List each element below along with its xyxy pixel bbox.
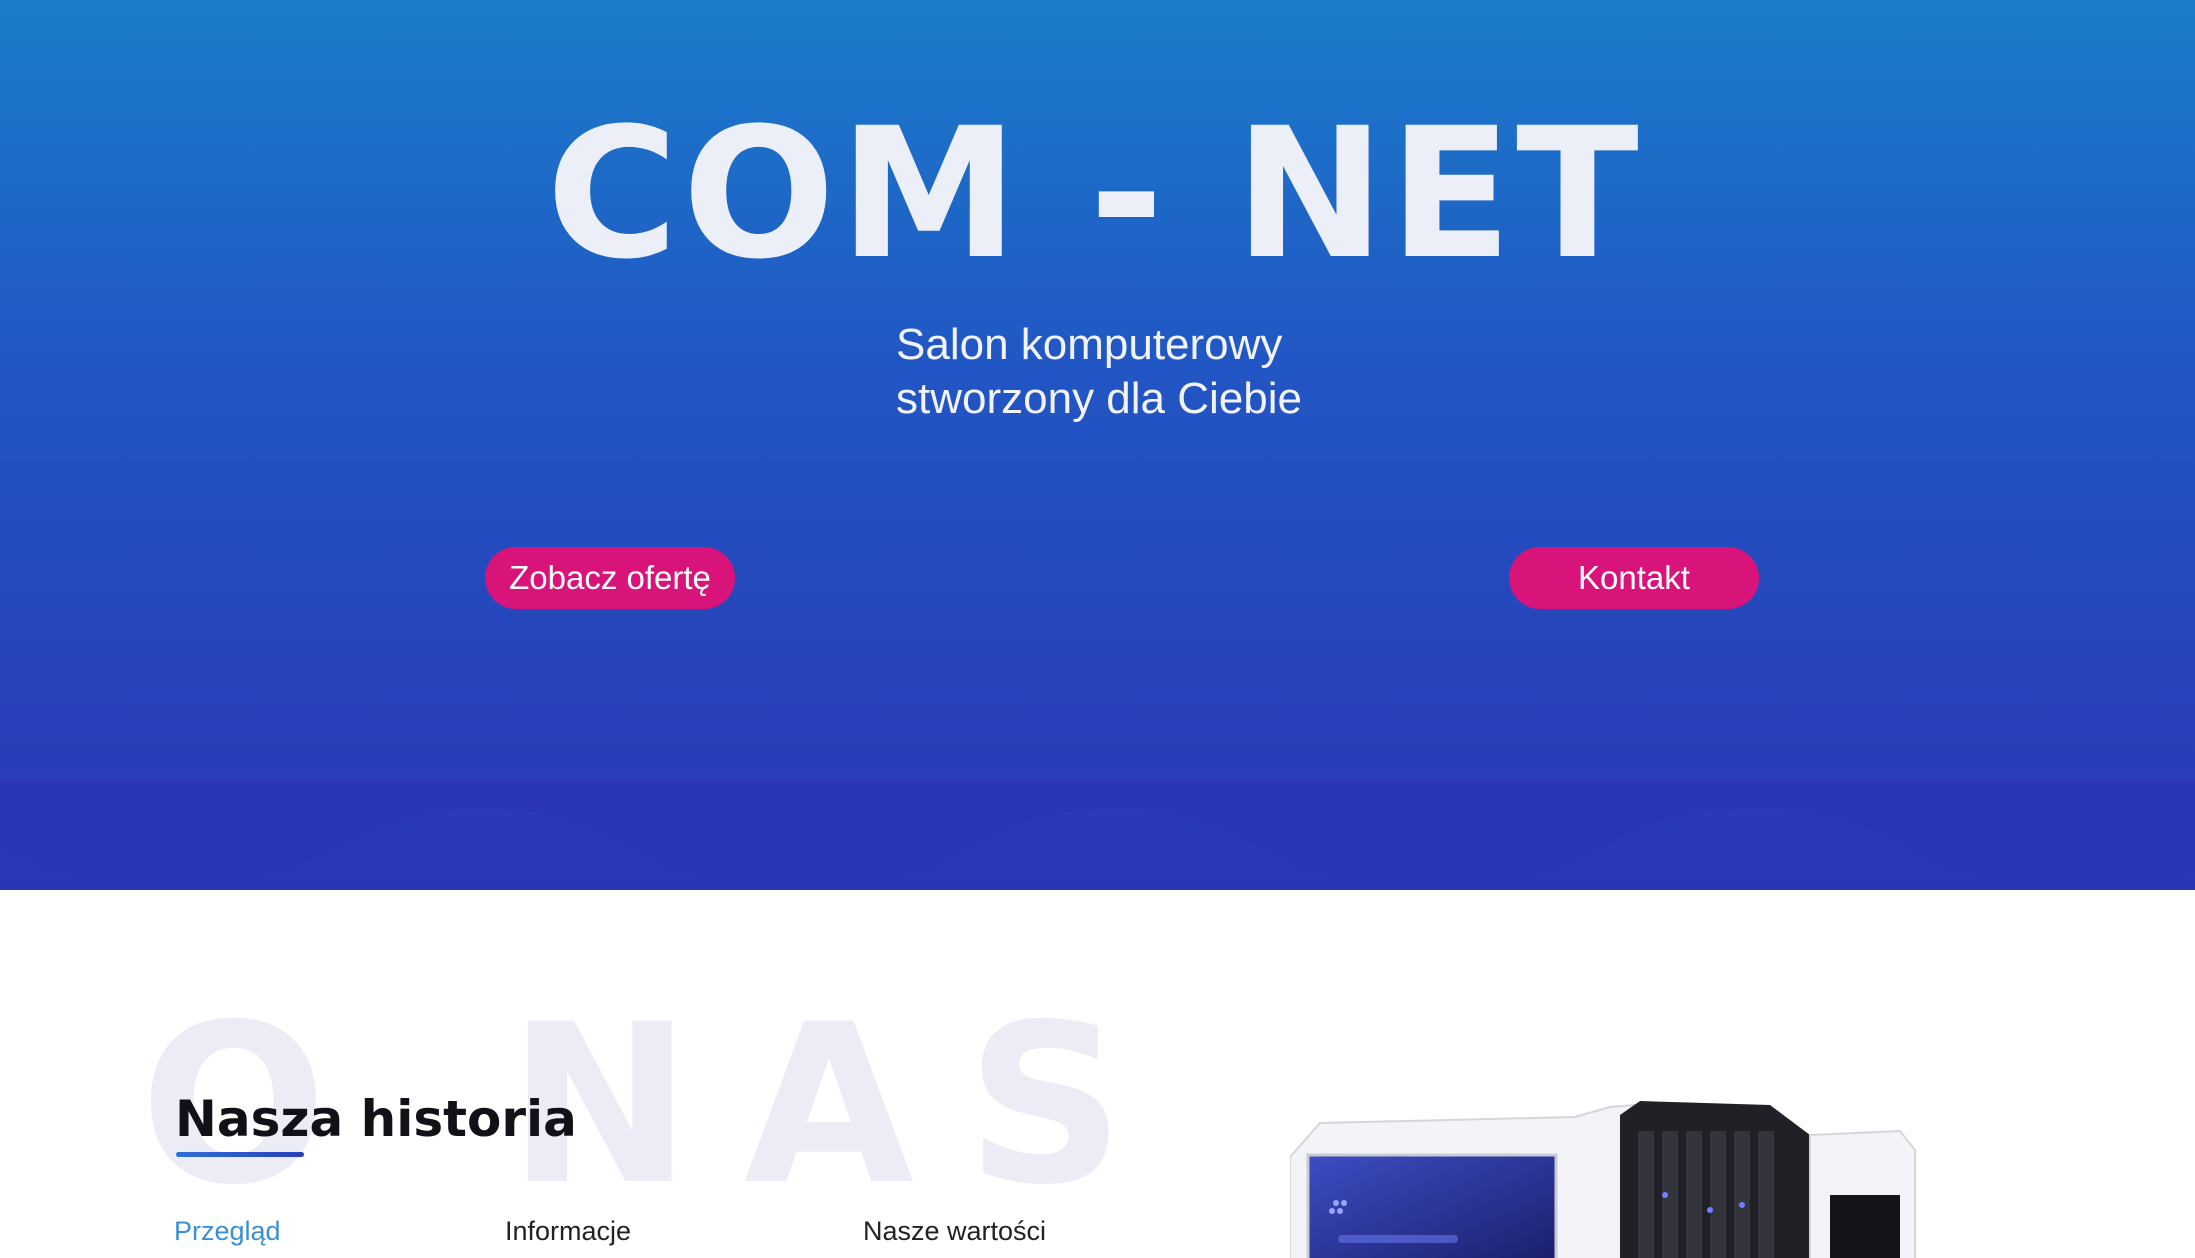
page: COM - NET Salon komputerowy stworzony dl… bbox=[0, 0, 2195, 1258]
tab-information[interactable]: Informacje bbox=[505, 1214, 631, 1248]
contact-button[interactable]: Kontakt bbox=[1509, 547, 1759, 609]
computer-case-image bbox=[1290, 1101, 1916, 1258]
section-title: Nasza historia bbox=[175, 1090, 577, 1148]
tagline-line-2: stworzony dla Ciebie bbox=[896, 374, 1302, 423]
tab-our-values[interactable]: Nasze wartości bbox=[863, 1214, 1046, 1248]
see-offer-button[interactable]: Zobacz ofertę bbox=[485, 547, 735, 609]
hero-wave-divider bbox=[0, 780, 2195, 888]
tagline-line-1: Salon komputerowy bbox=[896, 320, 1283, 369]
hero-section: COM - NET Salon komputerowy stworzony dl… bbox=[0, 0, 2195, 890]
tab-overview[interactable]: Przegląd bbox=[174, 1214, 281, 1248]
brand-title: COM - NET bbox=[546, 90, 1643, 299]
title-underline bbox=[176, 1152, 304, 1157]
hero-tagline: Salon komputerowy stworzony dla Ciebie bbox=[896, 318, 1302, 426]
